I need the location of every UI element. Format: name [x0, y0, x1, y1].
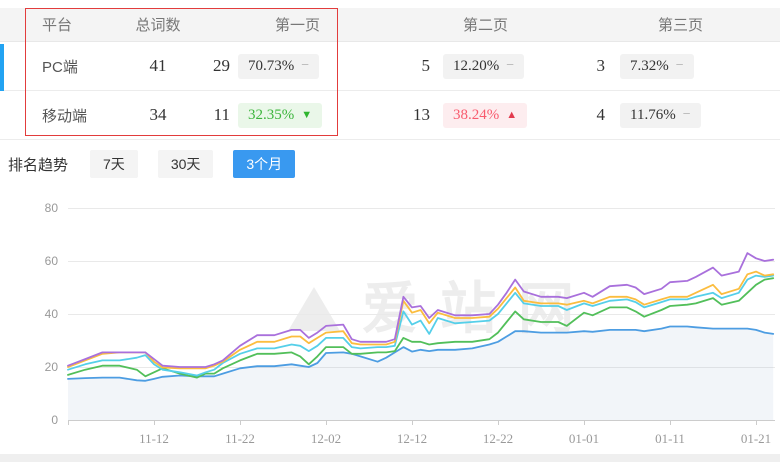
page3-count: 3 — [520, 56, 605, 76]
svg-text:80: 80 — [45, 201, 59, 215]
page2-pct: 38.24% — [453, 107, 499, 124]
header-total-words: 总词数 — [133, 14, 183, 35]
trend-up-icon: ▲ — [506, 110, 517, 121]
page1-change-badge: 70.73%− — [238, 54, 319, 79]
rank-table: 平台 总词数 第一页 第二页 第三页 PC端 41 29 70.73%− 5 1… — [0, 0, 780, 140]
header-platform: 平台 — [42, 14, 133, 35]
page1-change-badge: 32.35% ▼ — [238, 103, 322, 128]
page2-change-badge: 12.20%− — [443, 54, 524, 79]
total-words-value: 41 — [133, 56, 183, 76]
page1-pct: 70.73% — [248, 58, 294, 75]
svg-text:01-01: 01-01 — [569, 431, 599, 446]
page2-count: 5 — [330, 56, 430, 76]
page3-pct: 7.32% — [630, 58, 669, 75]
table-row-pc[interactable]: PC端 41 29 70.73%− 5 12.20%− 3 7.32%− — [0, 42, 780, 91]
page2-pct: 12.20% — [453, 58, 499, 75]
trend-down-icon: ▼ — [301, 110, 312, 121]
svg-text:12-12: 12-12 — [397, 431, 427, 446]
svg-text:01-21: 01-21 — [741, 431, 771, 446]
line-chart-canvas: 11-12 11-22 12-02 12-12 12-22 01-01 01-11 01-21… — [0, 195, 780, 455]
total-words-value: 34 — [133, 105, 183, 125]
platform-label: 移动端 — [42, 105, 133, 126]
header-page1: 第一页 — [183, 14, 330, 35]
trend-flat-icon: − — [506, 59, 514, 73]
trend-tabs-row: 排名趋势 7天 30天 3个月 — [8, 150, 315, 178]
table-header-row: 平台 总词数 第一页 第二页 第三页 — [0, 8, 780, 42]
table-row-mobile[interactable]: 移动端 34 11 32.35% ▼ 13 38.24% ▲ 4 11.76%− — [0, 91, 780, 140]
tab-3-months[interactable]: 3个月 — [233, 150, 295, 178]
platform-label: PC端 — [42, 56, 133, 77]
page3-count: 4 — [520, 105, 605, 125]
tab-30-days[interactable]: 30天 — [158, 150, 214, 178]
page2-count: 13 — [330, 105, 430, 125]
page2-change-badge: 38.24% ▲ — [443, 103, 527, 128]
page3-change-badge: 7.32%− — [620, 54, 694, 79]
svg-text:20: 20 — [45, 360, 59, 374]
active-row-indicator — [0, 44, 4, 91]
tab-7-days[interactable]: 7天 — [90, 150, 138, 178]
trend-flat-icon: − — [676, 59, 684, 73]
page1-count: 11 — [183, 105, 230, 125]
svg-text:11-12: 11-12 — [139, 431, 169, 446]
page1-count: 29 — [183, 56, 230, 76]
header-page3: 第三页 — [520, 14, 705, 35]
header-page2: 第二页 — [330, 14, 520, 35]
svg-text:60: 60 — [45, 254, 59, 268]
keyword-rank-panel: 平台 总词数 第一页 第二页 第三页 PC端 41 29 70.73%− 5 1… — [0, 0, 780, 462]
svg-text:12-02: 12-02 — [311, 431, 341, 446]
trend-flat-icon: − — [301, 59, 309, 73]
page3-change-badge: 11.76%− — [620, 103, 701, 128]
trend-section-label: 排名趋势 — [8, 154, 68, 175]
footer-band — [0, 454, 780, 462]
page3-pct: 11.76% — [630, 107, 676, 124]
trend-flat-icon: − — [683, 108, 691, 122]
page1-pct: 32.35% — [248, 107, 294, 124]
svg-text:12-22: 12-22 — [483, 431, 513, 446]
rank-trend-chart: 爱站网 11-1211-2212-0212-1212-2201-0101-110… — [0, 195, 780, 455]
svg-text:40: 40 — [45, 307, 59, 321]
svg-text:01-11: 01-11 — [655, 431, 685, 446]
svg-text:11-22: 11-22 — [225, 431, 255, 446]
svg-text:0: 0 — [51, 413, 58, 427]
